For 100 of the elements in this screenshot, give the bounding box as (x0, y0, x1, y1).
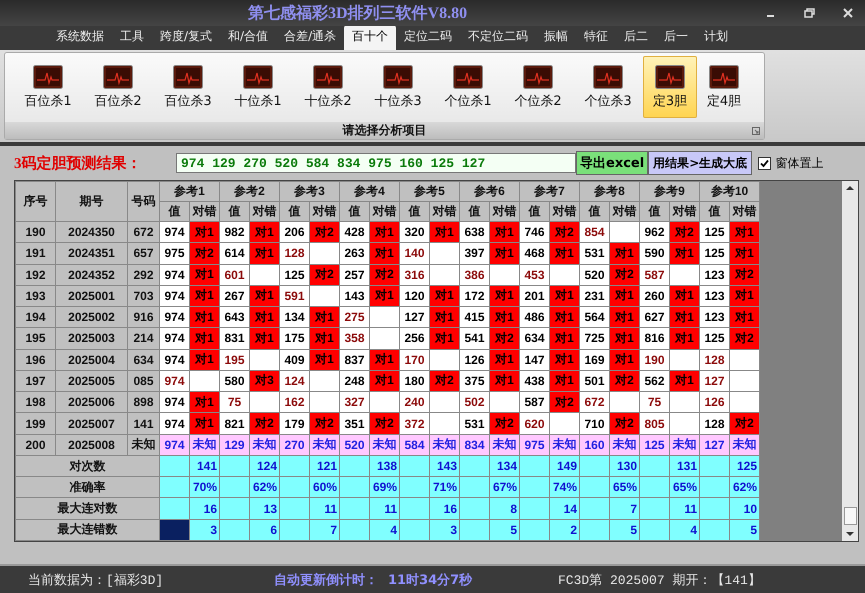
export-excel-button[interactable]: 导出excel (576, 151, 648, 175)
heartbeat-chart-icon (453, 64, 483, 88)
table-cell: 162 (280, 392, 310, 413)
table-cell: 对1 (550, 285, 580, 307)
row-label: 对次数 (16, 455, 160, 477)
table-cell: 974 (160, 264, 190, 286)
table-cell: 193 (16, 285, 56, 307)
menu-tab[interactable]: 后二 (616, 25, 656, 50)
ribbon-button[interactable]: 十位杀1 (223, 56, 293, 118)
table-cell: 对1 (670, 285, 700, 307)
ribbon-button[interactable]: 百位杀1 (13, 56, 83, 118)
heartbeat-chart-icon (33, 64, 63, 88)
table-cell: 126 (700, 392, 730, 413)
table-cell: 65% (670, 476, 700, 498)
table-cell: 2 (550, 519, 580, 540)
table-cell: 643 (220, 306, 250, 328)
menu-tab[interactable]: 工具 (112, 25, 152, 50)
table-cell: 11 (310, 498, 340, 520)
ribbon-button[interactable]: 定3胆 (643, 56, 697, 118)
vertical-scrollbar[interactable] (842, 181, 858, 541)
table-cell: 703 (128, 285, 160, 307)
table-cell: 未知 (250, 434, 280, 456)
dialog-launcher-icon[interactable] (752, 127, 760, 135)
table-cell: 7 (610, 498, 640, 520)
table-cell: 对1 (670, 370, 700, 392)
table-cell: 179 (280, 412, 310, 434)
table-cell: 591 (280, 285, 310, 307)
table-cell: 对1 (190, 412, 220, 434)
menu-tab[interactable]: 不定位二码 (460, 25, 536, 50)
table-cell: 620 (520, 412, 550, 434)
table-cell: 140 (400, 242, 430, 264)
scrollbar-thumb[interactable] (844, 507, 857, 525)
table-cell: 对1 (670, 306, 700, 328)
table-cell: 对1 (310, 306, 340, 328)
topmost-checkbox[interactable] (758, 156, 772, 170)
table-cell: 对1 (190, 349, 220, 370)
ribbon-button[interactable]: 定4胆 (697, 56, 751, 118)
table-cell: 975 (520, 434, 550, 456)
table-cell: 520 (340, 434, 370, 456)
scroll-up-icon[interactable] (846, 185, 854, 191)
table-cell: 对1 (670, 242, 700, 264)
table-cell: 62% (250, 476, 280, 498)
table-cell: 127 (400, 306, 430, 328)
ribbon-button[interactable]: 个位杀1 (433, 56, 503, 118)
table-cell: 085 (128, 370, 160, 392)
table-cell: 对2 (610, 264, 640, 286)
ribbon-button[interactable]: 百位杀3 (153, 56, 223, 118)
table-cell: 141 (128, 412, 160, 434)
table-cell: 200 (16, 434, 56, 456)
scroll-down-icon[interactable] (846, 531, 854, 537)
ribbon-button[interactable]: 个位杀2 (503, 56, 573, 118)
menu-tab[interactable]: 百十个 (344, 25, 396, 50)
table-cell: 70% (190, 476, 220, 498)
menu-tab[interactable]: 合差/通杀 (276, 25, 344, 50)
result-field[interactable]: 974 129 270 520 584 834 975 160 125 127 (176, 153, 576, 173)
table-cell: 对1 (550, 306, 580, 328)
table-cell: 74% (550, 476, 580, 498)
table-cell: 对1 (730, 242, 760, 264)
menu-tab[interactable]: 计划 (696, 25, 736, 50)
ribbon-button[interactable]: 十位杀2 (293, 56, 363, 118)
table-cell: 11 (370, 498, 400, 520)
table-cell: 191 (16, 242, 56, 264)
menu-tab[interactable]: 特征 (576, 25, 616, 50)
table-cell: 对1 (430, 306, 460, 328)
menu-tab[interactable]: 跨度/复式 (152, 25, 220, 50)
table-cell: 975 (160, 242, 190, 264)
menu-tab[interactable]: 和/合值 (220, 25, 276, 50)
table-cell: 2025006 (56, 392, 128, 413)
table-cell: 对2 (550, 392, 580, 413)
table-cell: 816 (640, 328, 670, 350)
column-header: 参考8 (580, 182, 640, 202)
table-cell: 对2 (730, 328, 760, 350)
column-header: 对错 (430, 202, 460, 222)
heartbeat-chart-icon (523, 64, 553, 88)
ribbon-button[interactable]: 十位杀3 (363, 56, 433, 118)
menu-tab[interactable]: 系统数据 (48, 25, 112, 50)
table-cell: 267 (220, 285, 250, 307)
column-header: 值 (460, 202, 490, 222)
table-cell: 634 (128, 349, 160, 370)
table-cell: 对1 (490, 285, 520, 307)
table-cell: 75 (220, 392, 250, 413)
menu-tab[interactable]: 振幅 (536, 25, 576, 50)
generate-button[interactable]: 用结果>生成大底 (648, 151, 752, 175)
ribbon-button[interactable]: 个位杀3 (573, 56, 643, 118)
table-cell: 195 (16, 328, 56, 350)
menu-tab[interactable]: 定位二码 (396, 25, 460, 50)
column-header: 对错 (310, 202, 340, 222)
table-cell: 169 (580, 349, 610, 370)
ribbon-button[interactable]: 百位杀2 (83, 56, 153, 118)
column-header: 值 (640, 202, 670, 222)
table-cell: 520 (580, 264, 610, 286)
close-icon[interactable] (843, 8, 853, 18)
table-cell: 8 (490, 498, 520, 520)
column-header: 参考9 (640, 182, 700, 202)
countdown-text: 11时34分7秒 (388, 572, 474, 588)
table-cell: 对1 (310, 349, 340, 370)
table-cell: 对1 (370, 222, 400, 243)
restore-icon[interactable] (804, 8, 815, 18)
menu-tab[interactable]: 后一 (656, 25, 696, 50)
table-cell: 292 (128, 264, 160, 286)
